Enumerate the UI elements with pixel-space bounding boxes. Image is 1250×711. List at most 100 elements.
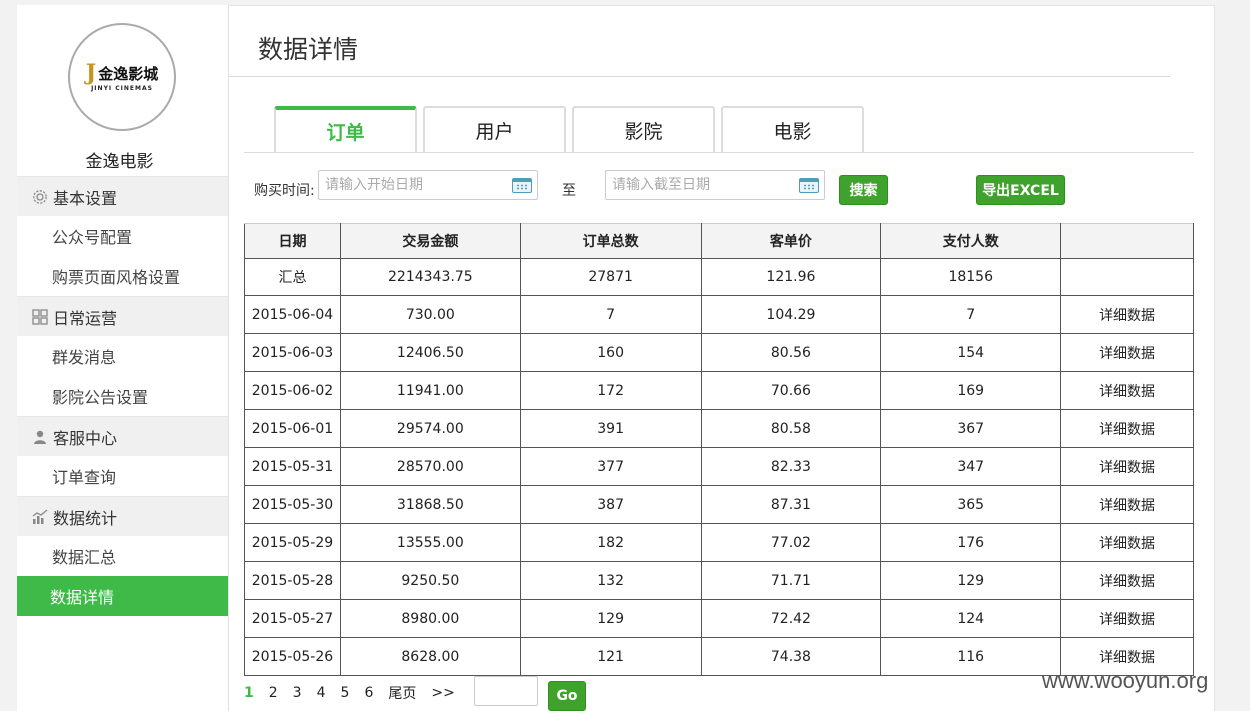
next-page-link[interactable]: >> xyxy=(431,685,454,701)
table-cell: 8628.00 xyxy=(339,637,521,676)
user-icon xyxy=(31,428,49,446)
sidebar-item-cinema-notice[interactable]: 影院公告设置 xyxy=(17,376,228,416)
sidebar-group-customer-service[interactable]: 客服中心 xyxy=(17,416,228,456)
table-cell: 2015-06-04 xyxy=(244,295,341,334)
data-table: 日期 交易金额 订单总数 客单价 支付人数 汇总 2214343.75 2787… xyxy=(244,223,1194,676)
sidebar-group-statistics[interactable]: 数据统计 xyxy=(17,496,228,536)
end-date-field[interactable] xyxy=(605,170,825,200)
sidebar-item-mass-message[interactable]: 群发消息 xyxy=(17,336,228,376)
table-row: 2015-06-04 730.00 7 104.29 7 详细数据 xyxy=(244,295,1194,334)
table-row: 2015-06-03 12406.50 160 80.56 154 详细数据 xyxy=(244,333,1194,372)
calendar-icon[interactable] xyxy=(799,178,819,193)
end-date-input[interactable] xyxy=(606,171,786,199)
tab-users[interactable]: 用户 xyxy=(423,106,566,153)
page-link-6[interactable]: 6 xyxy=(364,685,373,701)
table-cell: 70.66 xyxy=(700,371,882,410)
sidebar-item-data-summary[interactable]: 数据汇总 xyxy=(17,536,228,576)
tab-orders[interactable]: 订单 xyxy=(274,106,417,153)
table-cell: 31868.50 xyxy=(339,485,521,524)
table-header-row: 日期 交易金额 订单总数 客单价 支付人数 xyxy=(244,223,1194,259)
detail-link[interactable]: 详细数据 xyxy=(1060,561,1194,600)
sidebar-group-daily-ops[interactable]: 日常运营 xyxy=(17,296,228,336)
table-cell: 160 xyxy=(519,333,702,372)
tab-movies[interactable]: 电影 xyxy=(721,106,864,153)
purchase-time-label: 购买时间: xyxy=(254,183,315,199)
table-cell: 18156 xyxy=(880,258,1062,296)
page-link-4[interactable]: 4 xyxy=(317,685,326,701)
detail-link[interactable]: 详细数据 xyxy=(1060,295,1194,334)
table-cell: 169 xyxy=(880,371,1062,410)
watermark: www.wooyun.org xyxy=(1042,668,1209,693)
table-cell: 72.42 xyxy=(700,599,882,638)
page-link-1[interactable]: 1 xyxy=(244,685,254,701)
table-cell: 367 xyxy=(880,409,1062,448)
detail-link[interactable]: 详细数据 xyxy=(1060,523,1194,562)
page-link-5[interactable]: 5 xyxy=(341,685,350,701)
column-header-orders: 订单总数 xyxy=(519,223,702,259)
column-header-action xyxy=(1060,223,1194,259)
table-cell: 347 xyxy=(880,447,1062,486)
table-cell: 176 xyxy=(880,523,1062,562)
go-button[interactable]: Go xyxy=(548,681,586,711)
sidebar-item-order-query[interactable]: 订单查询 xyxy=(17,456,228,496)
table-cell: 182 xyxy=(519,523,702,562)
title-divider xyxy=(229,76,1170,77)
page-link-3[interactable]: 3 xyxy=(293,685,302,701)
detail-link[interactable]: 详细数据 xyxy=(1060,409,1194,448)
logo-en-text: JINYI CINEMAS xyxy=(91,85,153,92)
column-header-amount: 交易金额 xyxy=(339,223,521,259)
table-cell: 2015-05-28 xyxy=(244,561,341,600)
page-link-2[interactable]: 2 xyxy=(269,685,278,701)
table-cell: 11941.00 xyxy=(339,371,521,410)
sidebar-item-ticket-page-style[interactable]: 购票页面风格设置 xyxy=(17,256,228,296)
page-title: 数据详情 xyxy=(258,35,359,64)
table-cell: 82.33 xyxy=(700,447,882,486)
table-cell: 13555.00 xyxy=(339,523,521,562)
table-cell: 71.71 xyxy=(700,561,882,600)
sidebar-group-basic[interactable]: 基本设置 xyxy=(17,176,228,216)
table-cell: 121.96 xyxy=(700,258,882,296)
table-cell: 129 xyxy=(880,561,1062,600)
brand-name: 金逸电影 xyxy=(85,152,154,172)
to-label: 至 xyxy=(562,183,576,199)
table-cell: 汇总 xyxy=(244,258,341,296)
sidebar-item-official-account[interactable]: 公众号配置 xyxy=(17,216,228,256)
brand-logo: J 金逸影城 JINYI CINEMAS xyxy=(68,23,176,131)
calendar-icon[interactable] xyxy=(512,178,532,193)
sidebar-group-label: 基本设置 xyxy=(53,188,118,208)
sidebar: J 金逸影城 JINYI CINEMAS 金逸电影 基本设置 公众号配置 购票页… xyxy=(17,5,229,711)
table-cell: 2015-06-01 xyxy=(244,409,341,448)
table-cell: 28570.00 xyxy=(339,447,521,486)
sidebar-item-data-details[interactable]: 数据详情 xyxy=(17,576,228,616)
table-cell: 8980.00 xyxy=(339,599,521,638)
table-cell: 2015-06-02 xyxy=(244,371,341,410)
table-cell: 121 xyxy=(519,637,702,676)
table-cell: 2015-06-03 xyxy=(244,333,341,372)
table-cell: 12406.50 xyxy=(339,333,521,372)
last-page-link[interactable]: 尾页 xyxy=(388,683,416,703)
page-number-input[interactable] xyxy=(474,676,538,706)
detail-link[interactable]: 详细数据 xyxy=(1060,333,1194,372)
grid-icon xyxy=(31,308,49,326)
table-row: 2015-05-31 28570.00 377 82.33 347 详细数据 xyxy=(244,447,1194,486)
detail-link[interactable]: 详细数据 xyxy=(1060,447,1194,486)
table-cell: 116 xyxy=(880,637,1062,676)
export-excel-button[interactable]: 导出EXCEL xyxy=(976,175,1065,205)
table-cell: 172 xyxy=(519,371,702,410)
table-cell: 87.31 xyxy=(700,485,882,524)
start-date-field[interactable] xyxy=(318,170,538,200)
table-cell: 387 xyxy=(519,485,702,524)
table-cell: 730.00 xyxy=(339,295,521,334)
tab-divider xyxy=(244,152,1194,153)
start-date-input[interactable] xyxy=(319,171,499,199)
tab-cinemas[interactable]: 影院 xyxy=(572,106,715,153)
summary-row: 汇总 2214343.75 27871 121.96 18156 xyxy=(244,258,1194,296)
table-row: 2015-06-01 29574.00 391 80.58 367 详细数据 xyxy=(244,409,1194,448)
table-cell: 2015-05-29 xyxy=(244,523,341,562)
table-cell: 74.38 xyxy=(700,637,882,676)
detail-link[interactable]: 详细数据 xyxy=(1060,485,1194,524)
search-button[interactable]: 搜索 xyxy=(839,175,888,205)
detail-link[interactable]: 详细数据 xyxy=(1060,599,1194,638)
sidebar-group-label: 数据统计 xyxy=(53,508,118,528)
detail-link[interactable]: 详细数据 xyxy=(1060,371,1194,410)
